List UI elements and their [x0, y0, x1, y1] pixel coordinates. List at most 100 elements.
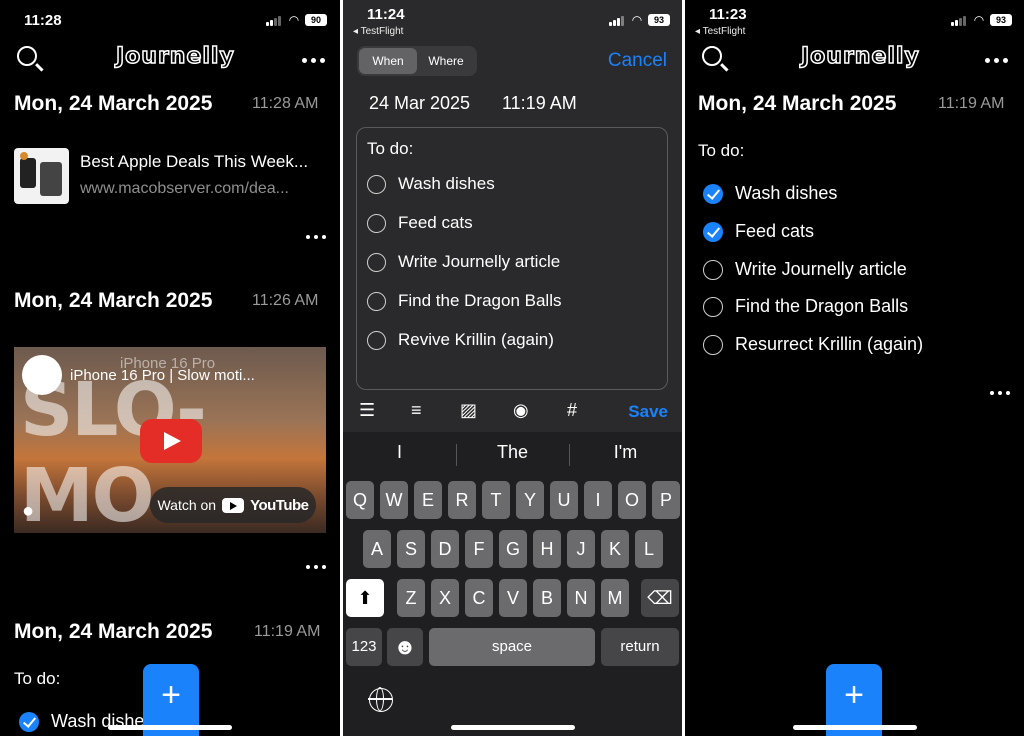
entry-menu-icon[interactable] [306, 565, 326, 569]
key-r[interactable]: R [448, 481, 476, 519]
search-icon[interactable] [17, 46, 37, 66]
search-icon[interactable] [702, 46, 722, 66]
date-picker[interactable]: 24 Mar 2025 [369, 93, 470, 114]
todo-label: Write Journelly article [735, 259, 907, 279]
key-m[interactable]: M [601, 579, 629, 617]
segment-where[interactable]: Where [417, 48, 475, 74]
link-title[interactable]: Best Apple Deals This Week... [80, 152, 330, 172]
space-key[interactable]: space [429, 628, 595, 666]
status-bar: 11:23 ◂ TestFlight ◠ 93 [685, 0, 1024, 44]
key-a[interactable]: A [363, 530, 391, 568]
entry-date: Mon, 24 March 2025 [14, 620, 213, 643]
watch-on-youtube-button[interactable]: Watch on YouTube [150, 487, 316, 523]
entry-menu-icon[interactable] [990, 391, 1010, 395]
entry-editor-screen: 11:24 ◂ TestFlight ◠ 93 When Where Cance… [343, 0, 682, 736]
back-to-app-link[interactable]: ◂ TestFlight [695, 26, 745, 37]
unchecked-icon[interactable] [703, 296, 723, 317]
channel-avatar-icon[interactable] [22, 355, 62, 395]
key-p[interactable]: P [652, 481, 680, 519]
todo-item[interactable]: Feed cats [703, 221, 814, 242]
key-v[interactable]: V [499, 579, 527, 617]
key-b[interactable]: B [533, 579, 561, 617]
key-u[interactable]: U [550, 481, 578, 519]
checked-icon[interactable] [19, 711, 39, 732]
numbers-key[interactable]: 123 [346, 628, 382, 666]
key-j[interactable]: J [567, 530, 595, 568]
unchecked-icon[interactable] [367, 330, 386, 350]
home-indicator [108, 725, 232, 730]
suggestion[interactable]: I [343, 442, 456, 463]
tag-icon[interactable]: # [567, 400, 577, 421]
image-icon[interactable]: ▨ [460, 400, 477, 421]
link-thumbnail[interactable] [14, 148, 69, 204]
checked-icon[interactable] [703, 221, 723, 242]
checked-icon[interactable] [703, 183, 723, 204]
key-h[interactable]: H [533, 530, 561, 568]
play-button[interactable] [140, 419, 202, 463]
todo-item[interactable]: Find the Dragon Balls [703, 296, 908, 317]
time-picker[interactable]: 11:19 AM [502, 93, 577, 114]
checklist-icon[interactable]: ☰ [359, 400, 375, 421]
key-f[interactable]: F [465, 530, 493, 568]
delete-key[interactable]: ⌫ [641, 579, 679, 617]
key-s[interactable]: S [397, 530, 425, 568]
key-g[interactable]: G [499, 530, 527, 568]
video-embed[interactable]: SLO-MO iPhone 16 Pro iPhone 16 Pro | Slo… [14, 347, 326, 533]
key-c[interactable]: C [465, 579, 493, 617]
entry-date: Mon, 24 March 2025 [698, 92, 897, 115]
todo-label: Feed cats [735, 221, 815, 241]
bullet-list-icon[interactable]: ≡ [411, 400, 422, 421]
signal-icon [266, 16, 282, 26]
key-y[interactable]: Y [516, 481, 544, 519]
key-o[interactable]: O [618, 481, 646, 519]
todo-item[interactable]: Resurrect Krillin (again) [703, 334, 923, 355]
unchecked-icon[interactable] [367, 213, 386, 233]
video-title[interactable]: iPhone 16 Pro | Slow moti... [70, 367, 255, 384]
todo-item[interactable]: Write Journelly article [703, 259, 907, 280]
save-button[interactable]: Save [628, 402, 668, 422]
signal-icon [951, 16, 967, 26]
todo-item[interactable]: Revive Krillin (again) [367, 330, 554, 350]
emoji-key[interactable]: ☻ [387, 628, 423, 666]
key-i[interactable]: I [584, 481, 612, 519]
todo-label: Wash dishes [398, 174, 495, 193]
unchecked-icon[interactable] [703, 259, 723, 280]
camera-icon[interactable]: ◉ [513, 400, 529, 421]
key-z[interactable]: Z [397, 579, 425, 617]
unchecked-icon[interactable] [367, 174, 386, 194]
suggestion[interactable]: I'm [569, 442, 682, 463]
key-l[interactable]: L [635, 530, 663, 568]
key-x[interactable]: X [431, 579, 459, 617]
key-d[interactable]: D [431, 530, 459, 568]
signal-icon [609, 16, 625, 26]
youtube-wordmark: YouTube [250, 496, 309, 514]
unchecked-icon[interactable] [367, 291, 386, 311]
todo-item[interactable]: Find the Dragon Balls [367, 291, 561, 311]
suggestion[interactable]: The [456, 442, 569, 463]
todo-item[interactable]: Write Journelly article [367, 252, 560, 272]
key-q[interactable]: Q [346, 481, 374, 519]
globe-icon[interactable] [368, 687, 393, 712]
todo-label: Write Journelly article [398, 252, 561, 271]
todo-item[interactable]: Wash dishes [703, 183, 837, 204]
more-icon[interactable] [985, 58, 1008, 63]
more-icon[interactable] [302, 58, 325, 63]
segment-when[interactable]: When [359, 48, 417, 74]
shift-key[interactable]: ⬆ [346, 579, 384, 617]
back-to-app-link[interactable]: ◂ TestFlight [353, 26, 403, 37]
return-key[interactable]: return [601, 628, 679, 666]
key-n[interactable]: N [567, 579, 595, 617]
link-url[interactable]: www.macobserver.com/dea... [80, 180, 330, 198]
key-t[interactable]: T [482, 481, 510, 519]
key-e[interactable]: E [414, 481, 442, 519]
todo-item[interactable]: Wash dishes [367, 174, 495, 194]
todo-heading[interactable]: To do: [367, 139, 413, 159]
todo-item[interactable]: Feed cats [367, 213, 473, 233]
key-w[interactable]: W [380, 481, 408, 519]
cancel-button[interactable]: Cancel [608, 50, 667, 72]
unchecked-icon[interactable] [703, 334, 723, 355]
entry-menu-icon[interactable] [306, 235, 326, 239]
key-k[interactable]: K [601, 530, 629, 568]
unchecked-icon[interactable] [367, 252, 386, 272]
when-where-segmented-control[interactable]: When Where [357, 46, 477, 76]
